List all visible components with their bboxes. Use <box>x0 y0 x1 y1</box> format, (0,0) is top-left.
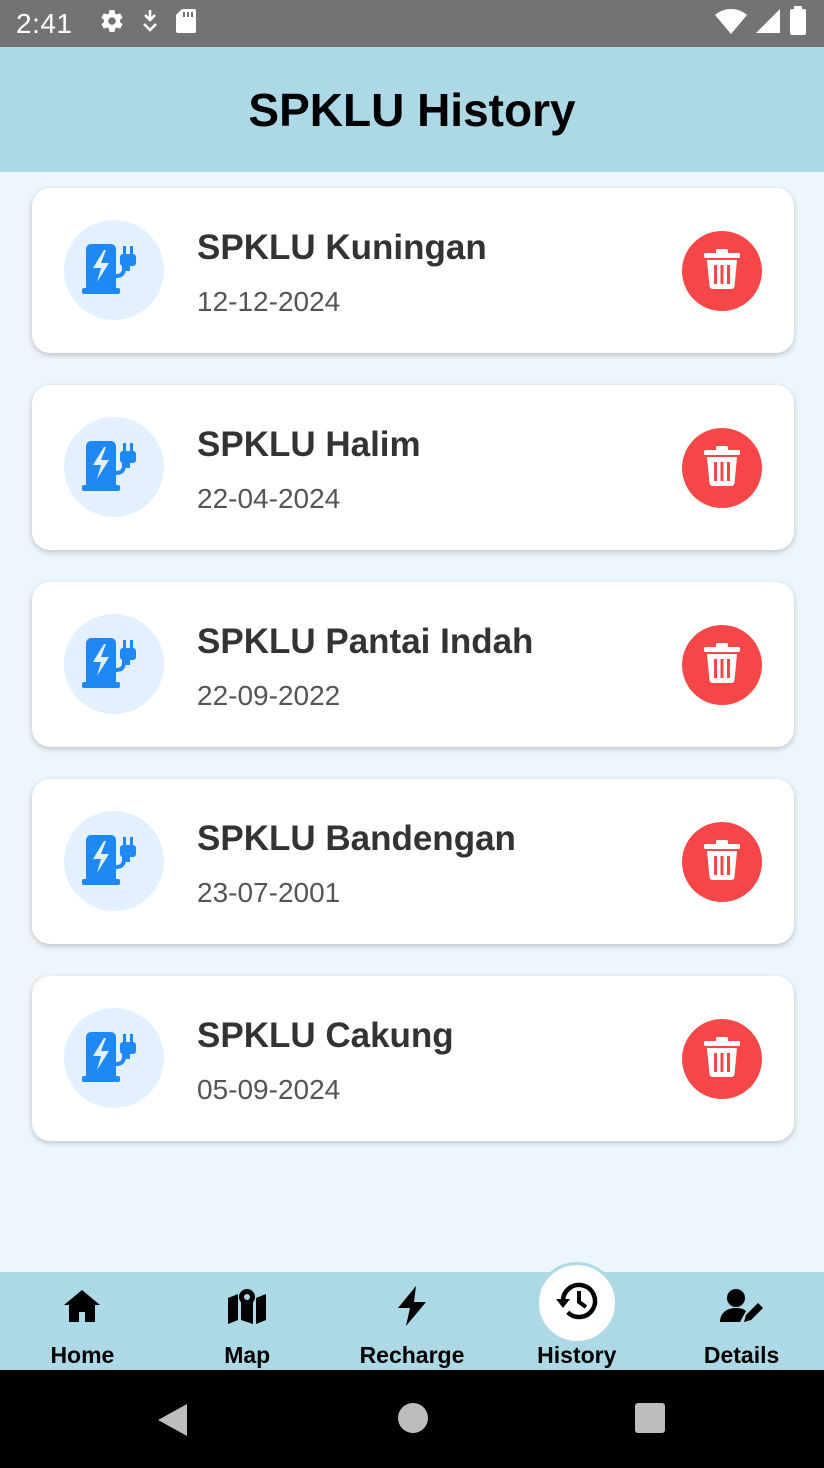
delete-button[interactable] <box>682 822 762 902</box>
charger-icon-badge <box>64 220 164 320</box>
status-system-icons <box>714 6 808 41</box>
nav-label-home: Home <box>50 1342 115 1368</box>
trash-icon <box>704 839 740 885</box>
visit-date: 22-09-2022 <box>197 680 341 711</box>
charger-icon-badge <box>64 1008 164 1108</box>
history-card[interactable]: SPKLU Pantai Indah 22-09-2022 <box>32 582 794 747</box>
active-indicator <box>535 1262 618 1344</box>
status-time: 2:41 <box>16 7 73 39</box>
history-card[interactable]: SPKLU Halim 22-04-2024 <box>32 385 794 550</box>
ev-charger-icon <box>82 240 146 301</box>
recents-icon[interactable] <box>634 1402 666 1439</box>
station-name: SPKLU Cakung <box>197 1016 454 1055</box>
trash-icon <box>704 642 740 688</box>
history-card[interactable]: SPKLU Kuningan 12-12-2024 <box>32 188 794 353</box>
visit-date: 23-07-2001 <box>197 877 341 908</box>
delete-button[interactable] <box>682 1019 762 1099</box>
charger-icon-badge <box>64 614 164 714</box>
home-circle-icon[interactable] <box>396 1401 430 1440</box>
station-name: SPKLU Halim <box>197 425 421 464</box>
ev-charger-icon <box>82 634 146 695</box>
nav-item-history[interactable]: History <box>494 1262 659 1370</box>
visit-date: 22-04-2024 <box>197 483 341 514</box>
app-header: SPKLU History <box>0 47 824 172</box>
home-icon <box>60 1284 104 1328</box>
history-card[interactable]: SPKLU Bandengan 23-07-2001 <box>32 779 794 944</box>
delete-button[interactable] <box>682 625 762 705</box>
user-edit-icon <box>719 1284 764 1328</box>
visit-date: 05-09-2024 <box>197 1074 341 1105</box>
wifi-icon <box>714 7 748 40</box>
history-card[interactable]: SPKLU Cakung 05-09-2024 <box>32 976 794 1141</box>
history-list: SPKLU Kuningan 12-12-2024 SPKLU Halim 22… <box>32 188 794 1173</box>
ev-charger-icon <box>82 831 146 892</box>
nav-item-recharge[interactable]: Recharge <box>330 1272 495 1370</box>
signal-icon <box>754 7 782 40</box>
back-icon[interactable] <box>155 1402 189 1443</box>
trash-icon <box>704 445 740 491</box>
map-icon <box>225 1284 269 1328</box>
nav-label-history: History <box>537 1342 617 1368</box>
trash-icon <box>704 1036 740 1082</box>
battery-icon <box>788 6 808 41</box>
status-bar: 2:41 <box>0 0 824 47</box>
nav-item-map[interactable]: Map <box>165 1272 330 1370</box>
system-nav-bar <box>0 1370 824 1468</box>
gear-icon <box>99 8 125 39</box>
bottom-nav: Home Map Recharge History Details <box>0 1262 824 1370</box>
nav-item-home[interactable]: Home <box>0 1272 165 1370</box>
charger-icon-badge <box>64 811 164 911</box>
bolt-icon <box>390 1284 434 1328</box>
page-title: SPKLU History <box>248 83 576 136</box>
station-name: SPKLU Bandengan <box>197 819 516 858</box>
status-notification-icons <box>99 8 197 39</box>
sd-card-icon <box>175 8 197 39</box>
nav-label-details: Details <box>703 1342 780 1368</box>
ev-charger-icon <box>82 1028 146 1089</box>
download-icon <box>139 8 161 39</box>
nav-label-map: Map <box>224 1342 271 1368</box>
station-name: SPKLU Kuningan <box>197 228 487 267</box>
visit-date: 12-12-2024 <box>197 286 341 317</box>
nav-item-details[interactable]: Details <box>659 1272 824 1370</box>
nav-label-recharge: Recharge <box>359 1342 465 1368</box>
ev-charger-icon <box>82 437 146 498</box>
charger-icon-badge <box>64 417 164 517</box>
delete-button[interactable] <box>682 428 762 508</box>
trash-icon <box>704 248 740 294</box>
station-name: SPKLU Pantai Indah <box>197 622 534 661</box>
history-icon <box>555 1281 599 1326</box>
delete-button[interactable] <box>682 231 762 311</box>
